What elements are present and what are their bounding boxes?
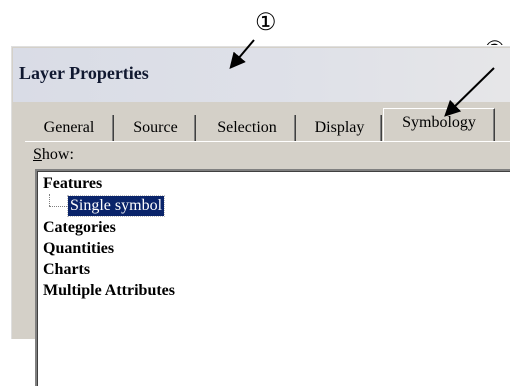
tree-item-categories[interactable]: Categories: [43, 218, 116, 238]
tab-selection[interactable]: Selection: [199, 115, 296, 141]
show-tree-list[interactable]: Features Single symbol Categories Quanti…: [35, 169, 510, 386]
callout-number-1: ①: [255, 8, 277, 36]
tree-item-multiple-attributes[interactable]: Multiple Attributes: [43, 281, 175, 301]
show-label-accesskey: S: [33, 146, 42, 163]
tree-item-charts[interactable]: Charts: [43, 260, 90, 280]
window-title: Layer Properties: [19, 63, 149, 83]
tab-general[interactable]: General: [25, 115, 114, 141]
tab-panel-border: [25, 141, 510, 142]
tab-source[interactable]: Source: [116, 115, 196, 141]
tree-item-quantities[interactable]: Quantities: [43, 239, 114, 259]
tree-connector-horizontal: [49, 206, 67, 208]
tab-display[interactable]: Display: [298, 115, 382, 141]
tree-connector-vertical: [49, 194, 51, 206]
tab-strip: General Source Selection Display Symbolo…: [25, 107, 510, 141]
show-label-rest: how:: [41, 146, 74, 163]
tab-symbology[interactable]: Symbology: [383, 108, 495, 141]
show-label: Show:: [33, 146, 74, 164]
title-bar[interactable]: Layer Properties: [13, 48, 510, 102]
layer-properties-dialog: Layer Properties General Source Selectio…: [10, 45, 510, 386]
tree-item-features[interactable]: Features: [43, 174, 102, 194]
tree-item-single-symbol[interactable]: Single symbol: [66, 195, 166, 217]
